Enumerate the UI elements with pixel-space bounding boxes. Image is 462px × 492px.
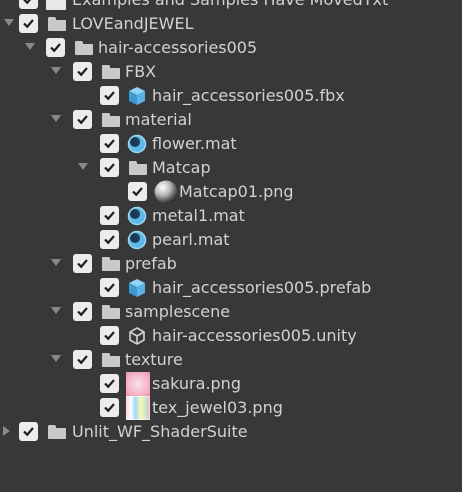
tree-row-matcap-png[interactable]: Matcap01.png (0, 180, 462, 204)
checkbox[interactable] (19, 14, 38, 33)
unity-scene-icon (129, 327, 145, 345)
tree-item-label: metal1.mat (152, 206, 245, 225)
folder-icon (102, 257, 120, 271)
checkbox[interactable] (73, 62, 92, 81)
material-sphere-icon (127, 134, 147, 154)
prefab-cube-icon (129, 279, 145, 297)
checkbox[interactable] (19, 422, 38, 441)
tree-item-label: texture (125, 350, 183, 369)
expand-arrow-icon[interactable] (51, 67, 61, 74)
model-cube-icon (129, 87, 145, 105)
expand-arrow-icon[interactable] (4, 19, 14, 26)
tree-row-samplescene[interactable]: samplescene (0, 300, 462, 324)
tree-item-label: Matcap (152, 158, 211, 177)
tree-row[interactable]: Examples and Samples Have MovedTxt (0, 0, 462, 12)
collapsed-arrow-icon[interactable] (3, 426, 10, 436)
tree-item-label: FBX (125, 62, 157, 81)
sakura-thumbnail-icon (126, 372, 150, 396)
folder-icon (48, 425, 66, 439)
tree-row-prefab[interactable]: prefab (0, 252, 462, 276)
material-sphere-icon (127, 230, 147, 250)
tree-row-metal-mat[interactable]: metal1.mat (0, 204, 462, 228)
tree-row-prefab-file[interactable]: hair_accessories005.prefab (0, 276, 462, 300)
checkbox[interactable] (46, 38, 65, 57)
checkbox[interactable] (73, 254, 92, 273)
tree-row-matcap[interactable]: Matcap (0, 156, 462, 180)
expand-arrow-icon[interactable] (78, 163, 88, 170)
folder-icon (102, 113, 120, 127)
tree-row-hair-accessories005[interactable]: hair-accessories005 (0, 36, 462, 60)
empty-tree-area (0, 444, 462, 492)
tree-item-label: Examples and Samples Have MovedTxt (72, 0, 388, 10)
tree-row-flower-mat[interactable]: flower.mat (0, 132, 462, 156)
tree-row-shader-suite[interactable]: Unlit_WF_ShaderSuite (0, 420, 462, 444)
matcap-thumbnail-icon (154, 180, 178, 204)
folder-icon (129, 161, 147, 175)
checkbox[interactable] (73, 110, 92, 129)
tree-row-texture[interactable]: texture (0, 348, 462, 372)
tree-row-pearl-mat[interactable]: pearl.mat (0, 228, 462, 252)
checkbox[interactable] (100, 278, 119, 297)
folder-icon (75, 41, 93, 55)
tree-item-label: hair-accessories005.unity (152, 326, 357, 345)
checkbox[interactable] (100, 158, 119, 177)
folder-icon (102, 65, 120, 79)
checkbox[interactable] (100, 398, 119, 417)
folder-icon (102, 305, 120, 319)
tree-row-unity-scene[interactable]: hair-accessories005.unity (0, 324, 462, 348)
jewel-texture-thumbnail-icon (126, 396, 150, 420)
material-sphere-icon (127, 206, 147, 226)
text-file-icon (46, 0, 66, 10)
checkbox[interactable] (100, 230, 119, 249)
expand-arrow-icon[interactable] (51, 259, 61, 266)
checkbox[interactable] (128, 182, 147, 201)
checkbox[interactable] (100, 134, 119, 153)
tree-item-label: samplescene (125, 302, 231, 321)
checkbox[interactable] (100, 206, 119, 225)
tree-item-label: Unlit_WF_ShaderSuite (72, 422, 248, 441)
tree-item-label: pearl.mat (152, 230, 230, 249)
checkbox[interactable] (73, 302, 92, 321)
checkbox[interactable] (73, 350, 92, 369)
tree-row-sakura-png[interactable]: sakura.png (0, 372, 462, 396)
tree-item-label: Matcap01.png (179, 182, 294, 201)
expand-arrow-icon[interactable] (51, 115, 61, 122)
tree-row-material[interactable]: material (0, 108, 462, 132)
checkbox[interactable] (100, 86, 119, 105)
folder-icon (48, 17, 66, 31)
tree-item-label: hair-accessories005 (98, 38, 258, 57)
tree-row-fbx[interactable]: FBX (0, 60, 462, 84)
folder-icon (102, 353, 120, 367)
expand-arrow-icon[interactable] (51, 307, 61, 314)
project-tree: Examples and Samples Have MovedTxt LOVEa… (0, 0, 462, 444)
tree-item-label: LOVEandJEWEL (72, 14, 194, 33)
expand-arrow-icon[interactable] (25, 43, 35, 50)
expand-arrow-icon[interactable] (51, 355, 61, 362)
tree-row-loveandjewel[interactable]: LOVEandJEWEL (0, 12, 462, 36)
tree-item-label: material (125, 110, 192, 129)
tree-item-label: sakura.png (152, 374, 241, 393)
tree-item-label: hair_accessories005.prefab (152, 278, 372, 297)
checkbox[interactable] (100, 326, 119, 345)
checkbox[interactable] (100, 374, 119, 393)
tree-item-label: prefab (125, 254, 177, 273)
checkbox[interactable] (19, 0, 38, 9)
tree-row-jewel-png[interactable]: tex_jewel03.png (0, 396, 462, 420)
tree-item-label: tex_jewel03.png (152, 398, 283, 417)
tree-item-label: hair_accessories005.fbx (152, 86, 345, 105)
tree-item-label: flower.mat (152, 134, 237, 153)
tree-row-fbx-file[interactable]: hair_accessories005.fbx (0, 84, 462, 108)
